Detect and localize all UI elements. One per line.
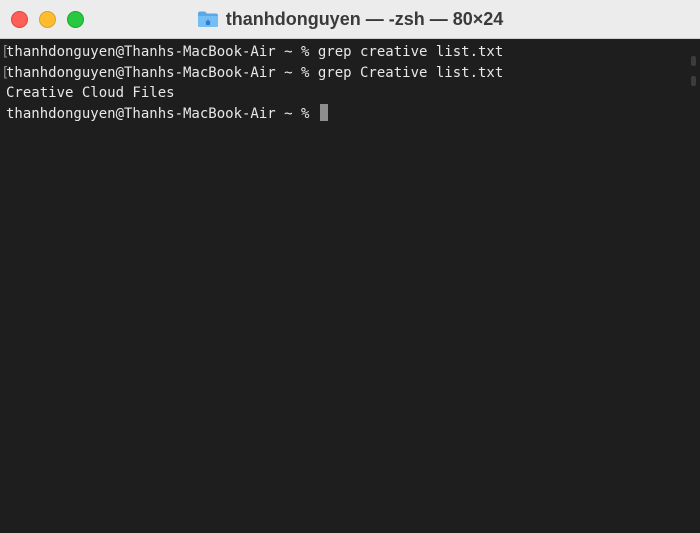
terminal-prompt-line[interactable]: thanhdonguyen@Thanhs-MacBook-Air ~ % [6, 103, 700, 125]
title-container: thanhdonguyen — -zsh — 80×24 [0, 0, 700, 39]
terminal-line-text: Creative Cloud Files [6, 85, 175, 101]
text-cursor [319, 103, 328, 121]
terminal-window: thanhdonguyen — -zsh — 80×24 [thanhdongu… [0, 0, 700, 533]
terminal-line-text: thanhdonguyen@Thanhs-MacBook-Air ~ % gre… [6, 64, 504, 81]
scroll-mark [691, 76, 696, 86]
line-mark: [ [1, 44, 10, 60]
line-mark: [ [1, 64, 10, 81]
window-title: thanhdonguyen — -zsh — 80×24 [225, 9, 504, 29]
folder-home-icon [197, 11, 218, 27]
terminal-output[interactable]: [thanhdonguyen@Thanhs-MacBook-Air ~ % gr… [0, 39, 700, 533]
terminal-line: [thanhdonguyen@Thanhs-MacBook-Air ~ % gr… [1, 42, 700, 63]
terminal-line: Creative Cloud Files [6, 83, 700, 104]
terminal-line-text: thanhdonguyen@Thanhs-MacBook-Air ~ % gre… [6, 44, 504, 60]
title-bar[interactable]: thanhdonguyen — -zsh — 80×24 [0, 0, 700, 39]
terminal-prompt: thanhdonguyen@Thanhs-MacBook-Air ~ % [6, 105, 318, 122]
terminal-line: [thanhdonguyen@Thanhs-MacBook-Air ~ % gr… [1, 63, 700, 84]
scroll-mark [691, 56, 696, 66]
